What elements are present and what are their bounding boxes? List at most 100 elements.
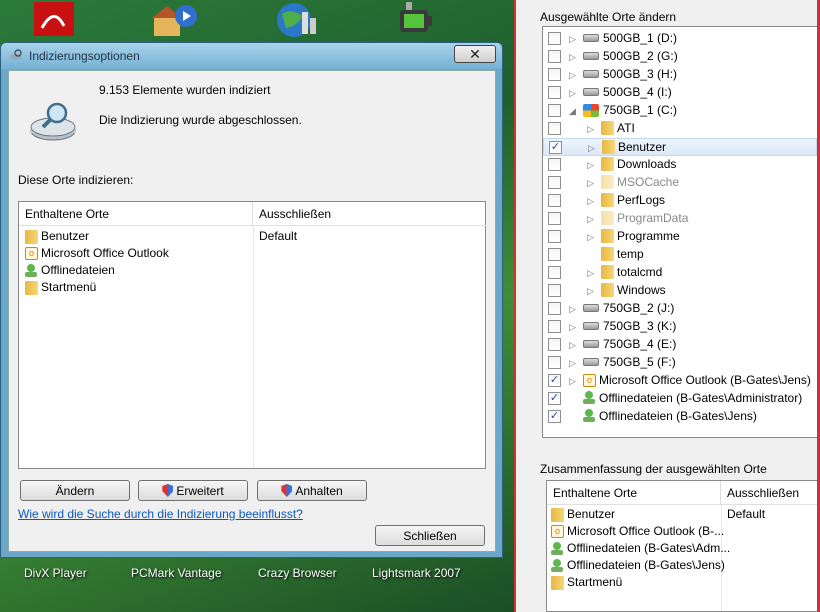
tree-expand-icon[interactable]: ▷ (587, 268, 595, 278)
tree-row[interactable]: temp (543, 246, 817, 264)
tree-row[interactable]: ▷ 500GB_1 (D:) (543, 30, 817, 48)
location-checkbox[interactable] (548, 230, 561, 243)
tree-expand-icon[interactable]: ▷ (569, 52, 577, 62)
tree-expand-icon[interactable]: ▷ (569, 322, 577, 332)
tree-row[interactable]: ▷ Downloads (543, 156, 817, 174)
location-checkbox[interactable] (548, 248, 561, 261)
summary-list[interactable]: Enthaltene Orte Ausschließen Benutzer De… (546, 480, 820, 612)
help-link[interactable]: Wie wird die Suche durch die Indizierung… (18, 507, 303, 521)
column-header-excluded[interactable]: Ausschließen (253, 202, 486, 226)
tree-row[interactable]: ▷ 750GB_5 (F:) (543, 354, 817, 372)
tree-row[interactable]: ✓ ▷ o Microsoft Office Outlook (B-Gates\Jen… (543, 372, 817, 390)
desktop-label-crazy-browser[interactable]: Crazy Browser (258, 566, 337, 580)
tree-row[interactable]: ▷ ProgramData (543, 210, 817, 228)
change-button[interactable]: Ändern (20, 480, 130, 501)
tree-row[interactable]: ✓ Offlinedateien (B-Gates\Administrator) (543, 390, 817, 408)
tree-row[interactable]: ✓ ▷ Benutzer (543, 138, 817, 156)
advanced-button[interactable]: Erweitert (138, 480, 248, 501)
tree-row[interactable]: ▷ totalcmd (543, 264, 817, 282)
summary-row[interactable]: Offlinedateien (B-Gates\Adm... (551, 540, 730, 557)
tree-row[interactable]: ▷ Programme (543, 228, 817, 246)
tree-expand-icon[interactable]: ▷ (569, 88, 577, 98)
summary-header-excluded[interactable]: Ausschließen (721, 481, 820, 505)
offline-files-icon (25, 263, 38, 278)
tree-row[interactable]: ✓ Offlinedateien (B-Gates\Jens) (543, 408, 817, 426)
tree-expand-icon[interactable]: ▷ (569, 358, 577, 368)
tree-collapse-icon[interactable]: ◢ (569, 106, 577, 116)
column-header-included[interactable]: Enthaltene Orte (19, 202, 253, 226)
tree-row[interactable]: ▷ PerfLogs (543, 192, 817, 210)
tree-row[interactable]: ◢ 750GB_1 (C:) (543, 102, 817, 120)
list-item[interactable]: Benutzer (25, 228, 89, 245)
tree-row[interactable]: ▷ 750GB_4 (E:) (543, 336, 817, 354)
list-item[interactable]: Startmenü (25, 279, 96, 296)
desktop-label-lightsmark[interactable]: Lightsmark 2007 (372, 566, 461, 580)
summary-row[interactable]: Offlinedateien (B-Gates\Jens) (551, 557, 725, 574)
tree-expand-icon[interactable]: ▷ (588, 143, 596, 153)
location-checkbox[interactable] (548, 194, 561, 207)
location-checkbox[interactable] (548, 50, 561, 63)
location-checkbox[interactable] (548, 32, 561, 45)
location-checkbox[interactable] (548, 86, 561, 99)
tree-row[interactable]: ▷ 500GB_4 (I:) (543, 84, 817, 102)
summary-header-included[interactable]: Enthaltene Orte (547, 481, 721, 505)
close-button[interactable]: Schließen (375, 525, 485, 546)
location-checkbox[interactable] (548, 284, 561, 297)
tree-expand-icon[interactable]: ▷ (587, 232, 595, 242)
desktop-label-pcmark[interactable]: PCMark Vantage (131, 566, 222, 580)
tree-expand-icon[interactable] (569, 412, 577, 422)
tree-expand-icon[interactable]: ▷ (587, 178, 595, 188)
tree-expand-icon[interactable]: ▷ (569, 376, 577, 386)
tree-expand-icon[interactable]: ▷ (587, 160, 595, 170)
tree-expand-icon[interactable]: ▷ (569, 34, 577, 44)
tree-row[interactable]: ▷ Windows (543, 282, 817, 300)
tree-row[interactable]: ▷ ATI (543, 120, 817, 138)
tree-row[interactable]: ▷ 500GB_3 (H:) (543, 66, 817, 84)
pdf-reader-icon[interactable] (32, 2, 76, 42)
location-checkbox[interactable] (548, 122, 561, 135)
window-close-button[interactable]: ✕ (454, 45, 496, 63)
tree-expand-icon[interactable]: ▷ (569, 70, 577, 80)
summary-title: Zusammenfassung der ausgewählten Orte (540, 462, 767, 476)
location-checkbox[interactable]: ✓ (548, 392, 561, 405)
summary-row[interactable]: Startmenü (551, 574, 622, 591)
location-checkbox[interactable] (548, 356, 561, 369)
location-checkbox[interactable] (548, 302, 561, 315)
tree-expand-icon[interactable]: ▷ (587, 214, 595, 224)
location-checkbox[interactable] (548, 212, 561, 225)
list-item[interactable]: Offlinedateien (25, 262, 115, 279)
summary-row[interactable]: o Microsoft Office Outlook (B-... (551, 523, 724, 540)
tree-row[interactable]: ▷ MSOCache (543, 174, 817, 192)
media-home-icon[interactable] (150, 2, 197, 42)
tree-expand-icon[interactable]: ▷ (587, 286, 595, 296)
location-checkbox[interactable] (548, 176, 561, 189)
tree-expand-icon[interactable] (587, 250, 595, 260)
globe-browser-icon[interactable] (272, 2, 316, 42)
locations-tree[interactable]: ▷ 500GB_1 (D:) ▷ 500GB_2 (G:) ▷ 500GB_3 (H:) ▷… (542, 26, 818, 438)
tree-row[interactable]: ▷ 750GB_3 (K:) (543, 318, 817, 336)
location-checkbox[interactable] (548, 338, 561, 351)
location-checkbox[interactable] (548, 158, 561, 171)
window-titlebar[interactable]: Indizierungsoptionen ✕ (1, 43, 502, 69)
tree-expand-icon[interactable] (569, 394, 577, 404)
tree-expand-icon[interactable]: ▷ (569, 340, 577, 350)
location-checkbox[interactable] (548, 104, 561, 117)
tree-expand-icon[interactable]: ▷ (587, 196, 595, 206)
location-checkbox[interactable] (548, 266, 561, 279)
location-checkbox[interactable] (548, 320, 561, 333)
location-checkbox[interactable] (548, 68, 561, 81)
tree-expand-icon[interactable]: ▷ (569, 304, 577, 314)
summary-row[interactable]: Benutzer (551, 506, 819, 523)
location-checkbox[interactable]: ✓ (549, 141, 562, 154)
battery-benchmark-icon[interactable] (396, 2, 440, 42)
list-item[interactable]: o Microsoft Office Outlook (25, 245, 169, 262)
tree-row[interactable]: ▷ 750GB_2 (J:) (543, 300, 817, 318)
location-checkbox[interactable]: ✓ (548, 374, 561, 387)
list-item-exclude: Default (259, 228, 297, 245)
location-checkbox[interactable]: ✓ (548, 410, 561, 423)
desktop-label-divx[interactable]: DivX Player (24, 566, 87, 580)
pause-button[interactable]: Anhalten (257, 480, 367, 501)
tree-expand-icon[interactable]: ▷ (587, 124, 595, 134)
indexed-locations-list[interactable]: Enthaltene Orte Ausschließen Benutzer De… (18, 201, 486, 469)
tree-row[interactable]: ▷ 500GB_2 (G:) (543, 48, 817, 66)
